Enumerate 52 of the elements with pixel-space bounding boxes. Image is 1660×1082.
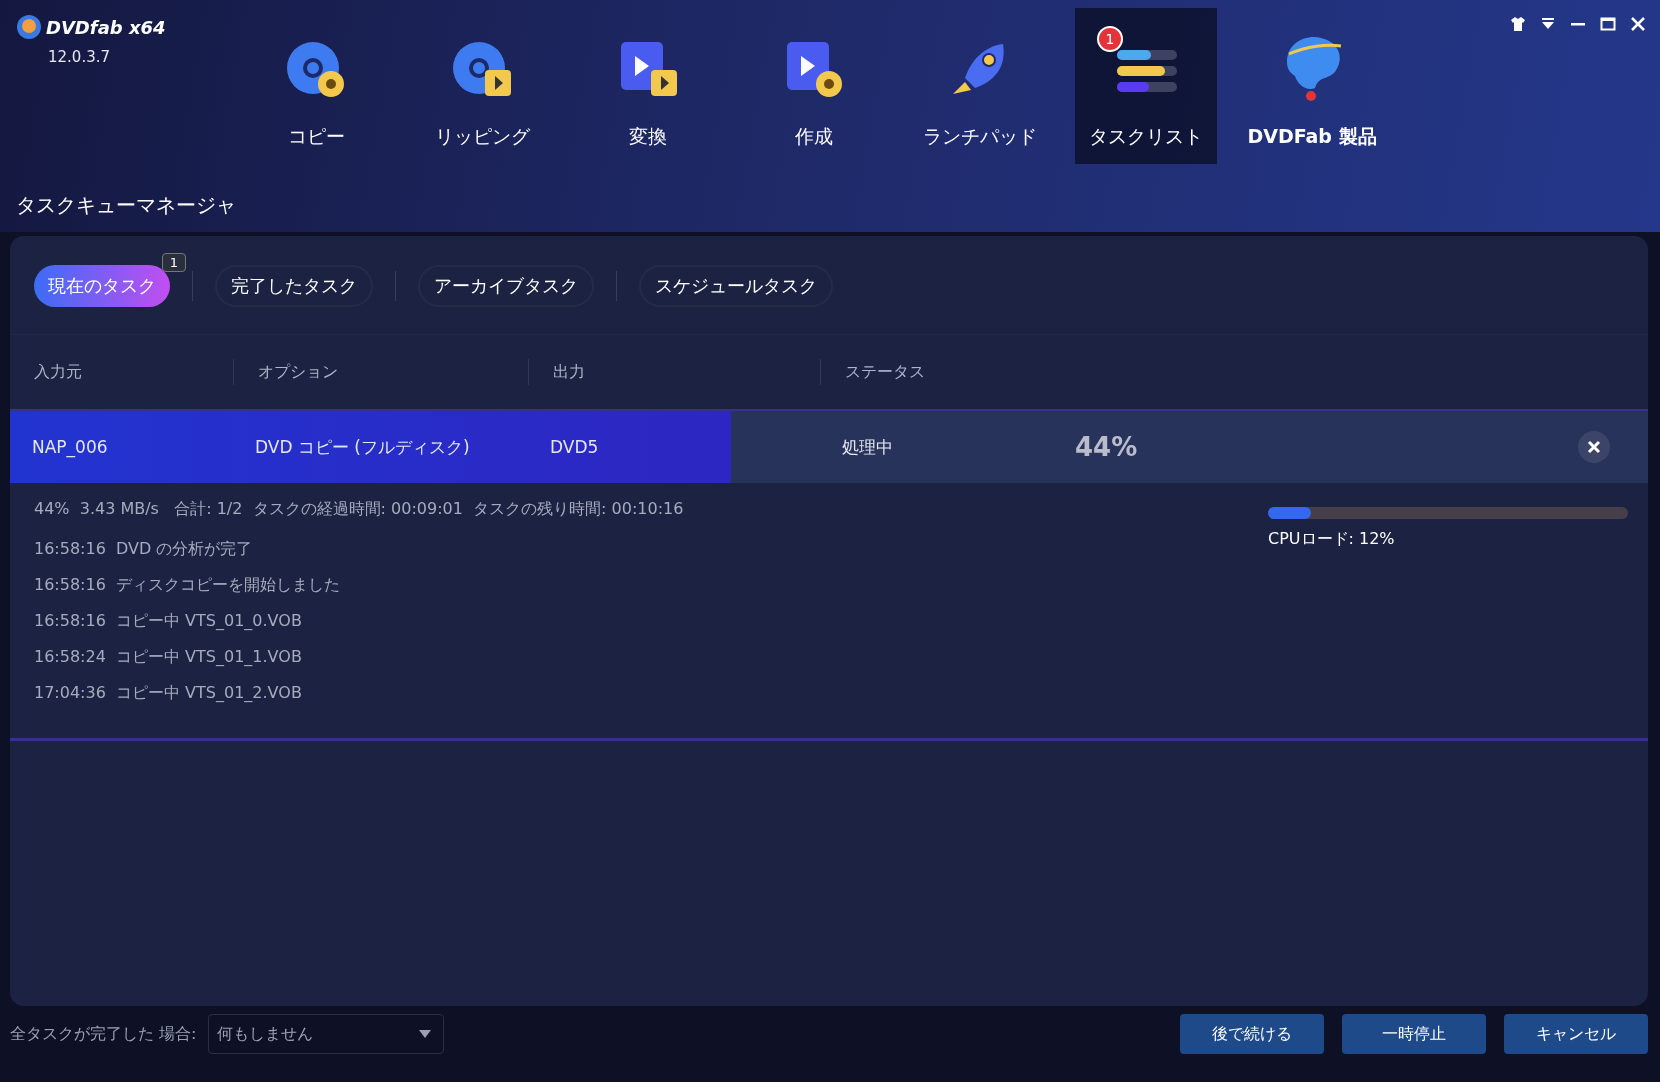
close-icon[interactable] [1630, 16, 1646, 32]
progress-summary: 44% 3.43 MB/s 合計: 1/2 タスクの経過時間: 00:09:01 タスクの残り時間: 00:10:16 [34, 499, 685, 520]
logo-text: DVDfab x64 [46, 16, 166, 38]
nav-item[interactable]: ランチパッド [909, 8, 1051, 164]
task-row[interactable]: NAP_006 DVD コピー (フルディスク) DVD5 処理中 44% [10, 409, 1648, 483]
close-icon [1587, 440, 1601, 454]
nav-item[interactable]: DVDFab 製品 [1241, 8, 1383, 164]
footer-button[interactable]: 一時停止 [1342, 1014, 1486, 1054]
version-text: 12.0.3.7 [48, 48, 112, 66]
column-header: ステータス [820, 359, 1075, 385]
nav-label: 作成 [795, 124, 833, 149]
log-line: 16:58:16 ディスクコピーを開始しました [34, 575, 342, 596]
table-cell-text: DVD5 [549, 437, 600, 457]
table-cell-text: NAP_006 [31, 437, 109, 457]
after-tasks-label: 全タスクが完了した 場合: [10, 1023, 197, 1045]
shirt-icon[interactable] [1510, 16, 1526, 32]
log-line: 17:04:36 コピー中 VTS_01_2.VOB [34, 683, 303, 704]
log-line: 16:58:16 コピー中 VTS_01_0.VOB [34, 611, 303, 632]
column-header: 入力元 [33, 360, 83, 383]
tab[interactable]: スケジュールタスク [639, 265, 833, 307]
column-header: オプション [233, 359, 528, 385]
footer-button[interactable]: 後で続ける [1180, 1014, 1324, 1054]
table-cell-text: DVD コピー (フルディスク) [254, 435, 471, 459]
nav-label: ランチパッド [923, 124, 1037, 149]
nav-label: DVDFab 製品 [1247, 124, 1377, 149]
log-line: 16:58:24 コピー中 VTS_01_1.VOB [34, 647, 303, 668]
percent-text: 44% [1075, 432, 1139, 462]
tab[interactable]: 現在のタスク [34, 265, 170, 307]
nav-item[interactable]: リッピング [411, 8, 553, 164]
nav-item[interactable]: 変換 [577, 8, 719, 164]
nav-item[interactable]: 1 タスクリスト [1075, 8, 1217, 164]
action-select[interactable]: 何もしません [208, 1014, 445, 1054]
logo-icon [16, 14, 42, 40]
page-title: タスクキューマネージャ [15, 192, 237, 219]
nav-item[interactable]: 作成 [743, 8, 885, 164]
nav-label: コピー [287, 124, 345, 149]
nav-label: タスクリスト [1089, 124, 1203, 149]
count-badge: 1 [161, 253, 186, 272]
nav-label: 変換 [629, 124, 667, 149]
tab[interactable]: 完了したタスク [215, 265, 373, 307]
table-cell-text: 処理中 [841, 435, 894, 459]
caret-icon [419, 1030, 432, 1038]
count-badge: 1 [1097, 26, 1123, 52]
column-header: 出力 [528, 359, 820, 385]
remove-button[interactable] [1578, 431, 1610, 463]
nav-item[interactable]: コピー [245, 8, 387, 164]
footer-button[interactable]: キャンセル [1504, 1014, 1648, 1054]
maximize-icon[interactable] [1600, 16, 1616, 32]
nav-label: リッピング [434, 124, 530, 149]
log-line: 16:58:16 DVD の分析が完了 [34, 539, 254, 560]
cpu-load-text: CPUロード: 12% [1268, 529, 1396, 550]
tab[interactable]: アーカイブタスク [418, 265, 594, 307]
